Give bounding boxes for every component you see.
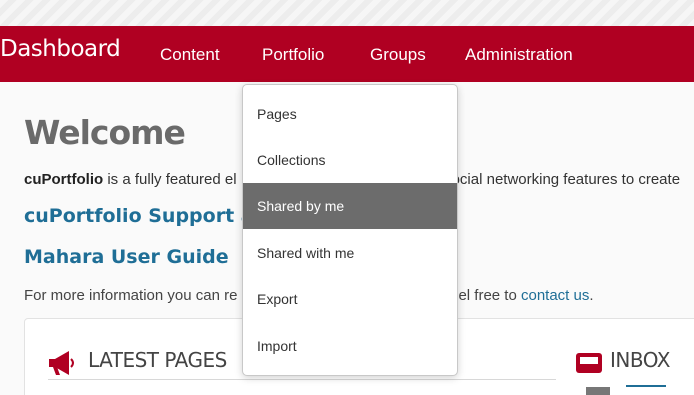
dashboard-brand-link[interactable]: Dashboard — [0, 36, 121, 62]
menu-item-shared-with-me[interactable]: Shared with me — [243, 230, 457, 276]
contact-us-link[interactable]: contact us — [521, 287, 589, 304]
menu-item-shared-by-me[interactable]: Shared by me — [243, 183, 457, 229]
main-navbar: Dashboard Content Portfolio Groups Admin… — [0, 26, 694, 82]
menu-item-import[interactable]: Import — [243, 323, 457, 369]
latest-pages-title: LATEST PAGES — [88, 348, 227, 372]
nav-content[interactable]: Content — [160, 45, 220, 65]
page-title: Welcome — [24, 113, 186, 152]
info-period: . — [589, 287, 594, 304]
inbox-item-icon — [586, 387, 610, 395]
inbox-item-link[interactable] — [626, 385, 666, 395]
top-strip — [0, 0, 694, 26]
menu-item-export[interactable]: Export — [243, 276, 457, 322]
intro-start: is a fully featured el — [103, 171, 237, 188]
portfolio-dropdown-menu: Pages Collections Shared by me Shared wi… — [242, 84, 458, 376]
inbox-icon — [576, 353, 602, 373]
inbox-title: INBOX — [610, 348, 670, 372]
user-guide-link[interactable]: Mahara User Guide — [24, 246, 229, 268]
nav-portfolio[interactable]: Portfolio — [262, 45, 324, 65]
menu-item-pages[interactable]: Pages — [243, 91, 457, 137]
intro-brand: cuPortfolio — [24, 171, 104, 188]
info-start: For more information you can re — [24, 287, 238, 304]
intro-end: ocial networking features to create — [451, 171, 681, 188]
nav-groups[interactable]: Groups — [370, 45, 426, 65]
nav-administration[interactable]: Administration — [465, 45, 573, 65]
menu-item-collections[interactable]: Collections — [243, 137, 457, 183]
panel-divider — [48, 379, 556, 380]
megaphone-icon — [49, 351, 74, 375]
